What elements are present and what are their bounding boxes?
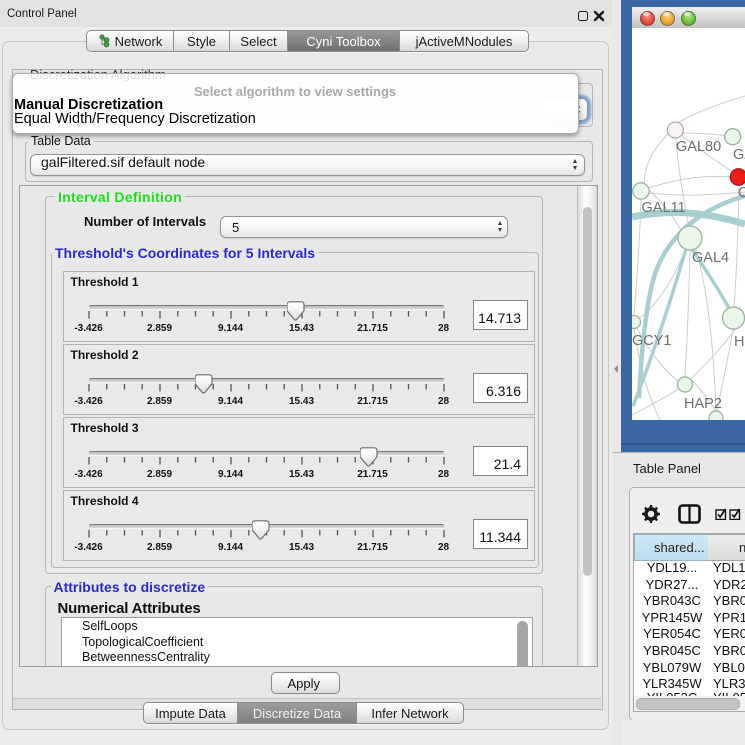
svg-text:HAP2: HAP2 [684, 396, 722, 412]
svg-text:CO: CO [738, 185, 745, 201]
svg-text:GAL4: GAL4 [692, 250, 729, 266]
svg-text:GAL80: GAL80 [676, 139, 721, 155]
svg-text:GCY1: GCY1 [632, 333, 672, 349]
svg-text:HI: HI [734, 334, 745, 350]
svg-text:GA: GA [733, 147, 745, 163]
svg-text:GAL11: GAL11 [642, 200, 686, 216]
